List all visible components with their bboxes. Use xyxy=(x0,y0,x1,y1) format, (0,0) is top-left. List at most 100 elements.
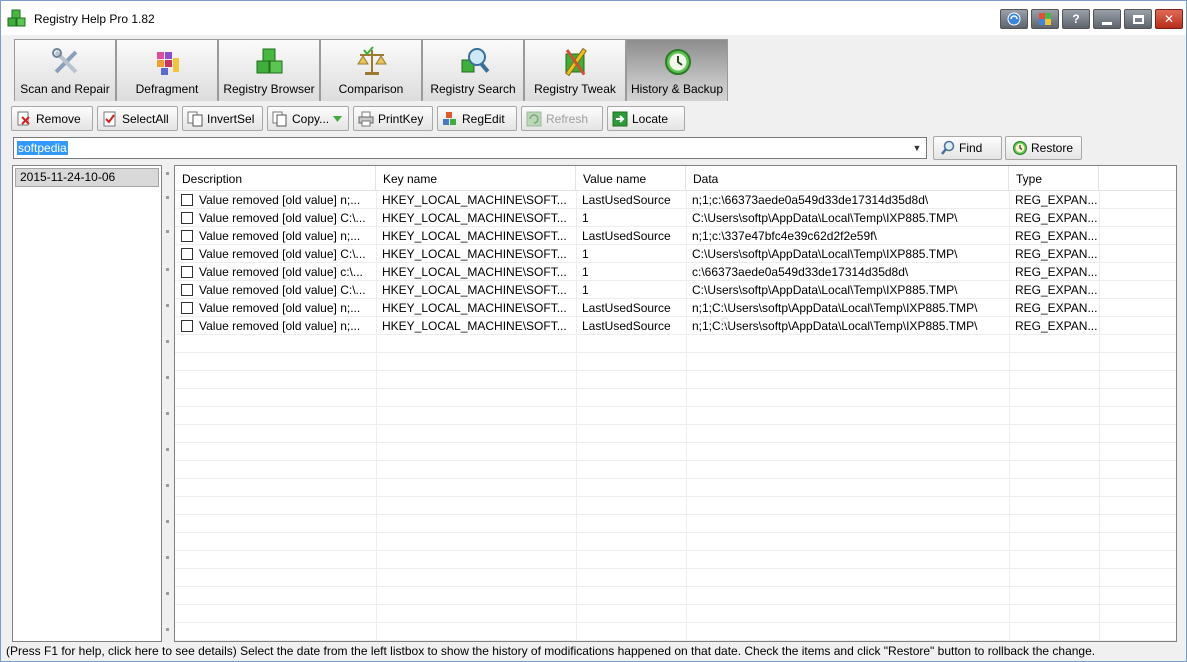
table-row[interactable]: Value removed [old value] c:\... HKEY_LOC… xyxy=(175,263,1176,281)
table-cell-key: HKEY_LOCAL_MACHINE\SOFT... xyxy=(382,283,567,297)
table-cell-description: Value removed [old value] n;... xyxy=(199,319,361,333)
tab-defragment[interactable]: Defragment xyxy=(116,39,218,101)
magnifier-cube-icon xyxy=(461,48,490,73)
grip-dot xyxy=(166,196,169,199)
row-checkbox[interactable] xyxy=(181,248,193,260)
title-bar: Registry Help Pro 1.82 ? ✕ xyxy=(1,1,1186,35)
select-all-button[interactable]: SelectAll xyxy=(97,106,178,131)
tab-history-backup[interactable]: History & Backup xyxy=(626,39,728,101)
table-row[interactable]: Value removed [old value] n;... HKEY_LOCA… xyxy=(175,191,1176,209)
reg-edit-label: RegEdit xyxy=(462,111,505,126)
refresh-globe-icon xyxy=(1007,12,1021,26)
remove-button[interactable]: Remove xyxy=(11,106,93,131)
help-button[interactable]: ? xyxy=(1062,9,1090,29)
app-window: Registry Help Pro 1.82 ? ✕ Scan and Repa… xyxy=(0,0,1187,662)
column-header-key-name[interactable]: Key name xyxy=(376,166,576,191)
print-key-label: PrintKey xyxy=(378,111,424,126)
table-cell-description: Value removed [old value] c:\... xyxy=(199,265,363,279)
table-cell-data: n;1;c:\66373aede0a549d33de17314d35d8d\ xyxy=(692,193,929,207)
table-row[interactable]: Value removed [old value] C:\... HKEY_LOC… xyxy=(175,245,1176,263)
history-table[interactable]: Description Key name Value name Data Typ… xyxy=(174,165,1177,642)
tab-comparison[interactable]: Comparison xyxy=(320,39,422,101)
locate-arrow-icon xyxy=(612,111,628,126)
defrag-blocks-icon xyxy=(157,52,179,75)
chevron-down-icon[interactable]: ▼ xyxy=(912,143,922,153)
tab-registry-tweak[interactable]: Registry Tweak xyxy=(524,39,626,101)
table-cell-type: REG_EXPAN... xyxy=(1015,229,1097,243)
table-row[interactable]: Value removed [old value] n;... HKEY_LOCA… xyxy=(175,299,1176,317)
wrench-cube-icon xyxy=(565,47,587,77)
history-date-list[interactable]: 2015-11-24-10-06 xyxy=(12,165,162,642)
table-row[interactable]: Value removed [old value] n;... HKEY_LOCA… xyxy=(175,227,1176,245)
column-header-type[interactable]: Type xyxy=(1009,166,1099,191)
palette-icon xyxy=(1039,13,1051,25)
table-cell-data: n;1;C:\Users\softp\AppData\Local\Temp\IX… xyxy=(692,319,978,333)
watermark: S xyxy=(720,314,731,330)
update-button[interactable] xyxy=(1000,9,1028,29)
table-row[interactable]: Value removed [old value] C:\... HKEY_LOC… xyxy=(175,281,1176,299)
table-cell-type: REG_EXPAN... xyxy=(1015,301,1097,315)
status-bar[interactable]: (Press F1 for help, click here to see de… xyxy=(1,643,1186,661)
grip-dot xyxy=(166,484,169,487)
minimize-button[interactable] xyxy=(1093,9,1121,29)
minimize-icon xyxy=(1102,21,1112,25)
grid-row-line xyxy=(175,496,1176,497)
table-row[interactable]: Value removed [old value] C:\... HKEY_LOC… xyxy=(175,209,1176,227)
tab-label: Registry Browser xyxy=(223,82,315,96)
table-cell-value-name: 1 xyxy=(582,283,589,297)
row-checkbox[interactable] xyxy=(181,212,193,224)
row-checkbox[interactable] xyxy=(181,230,193,242)
close-button[interactable]: ✕ xyxy=(1155,9,1183,29)
reg-edit-button[interactable]: RegEdit xyxy=(437,106,517,131)
grip-dot xyxy=(166,628,169,631)
find-button[interactable]: Find xyxy=(933,136,1002,160)
refresh-button[interactable]: Refresh xyxy=(521,106,603,131)
tab-scan-and-repair[interactable]: Scan and Repair xyxy=(14,39,116,101)
table-cell-data: n;1;C:\Users\softp\AppData\Local\Temp\IX… xyxy=(692,301,978,315)
table-row[interactable]: Value removed [old value] n;... HKEY_LOCA… xyxy=(175,317,1176,335)
row-checkbox[interactable] xyxy=(181,320,193,332)
question-icon: ? xyxy=(1072,12,1080,26)
column-header-data[interactable]: Data xyxy=(686,166,1009,191)
table-cell-type: REG_EXPAN... xyxy=(1015,283,1097,297)
row-checkbox[interactable] xyxy=(181,284,193,296)
restore-button[interactable]: Restore xyxy=(1005,136,1082,160)
table-cell-key: HKEY_LOCAL_MACHINE\SOFT... xyxy=(382,319,567,333)
copy-button[interactable]: Copy... xyxy=(267,106,349,131)
row-checkbox[interactable] xyxy=(181,266,193,278)
table-cell-type: REG_EXPAN... xyxy=(1015,193,1097,207)
chevron-down-icon xyxy=(333,115,343,122)
grip-dot xyxy=(166,268,169,271)
invert-sel-button[interactable]: InvertSel xyxy=(182,106,263,131)
skin-button[interactable] xyxy=(1031,9,1059,29)
print-key-button[interactable]: PrintKey xyxy=(353,106,433,131)
grid-row-line xyxy=(175,568,1176,569)
grid-row-line xyxy=(175,586,1176,587)
row-checkbox[interactable] xyxy=(181,302,193,314)
column-header-value-name[interactable]: Value name xyxy=(576,166,686,191)
tab-registry-search[interactable]: Registry Search xyxy=(422,39,524,101)
table-cell-type: REG_EXPAN... xyxy=(1015,211,1097,225)
tab-registry-browser[interactable]: Registry Browser xyxy=(218,39,320,101)
column-header-description[interactable]: Description xyxy=(175,166,376,191)
grip-dot xyxy=(166,340,169,343)
tab-label: History & Backup xyxy=(630,82,724,96)
search-combobox[interactable]: softpedia ▼ xyxy=(13,137,927,159)
search-input-value[interactable]: softpedia xyxy=(17,141,68,155)
maximize-button[interactable] xyxy=(1124,9,1152,29)
grid-row-line xyxy=(175,550,1176,551)
splitter-handle[interactable] xyxy=(164,165,172,642)
table-cell-value-name: 1 xyxy=(582,211,589,225)
table-cell-description: Value removed [old value] n;... xyxy=(199,193,361,207)
clock-icon xyxy=(665,49,691,75)
table-cell-value-name: 1 xyxy=(582,247,589,261)
tools-icon xyxy=(52,48,78,74)
grip-dot xyxy=(166,448,169,451)
locate-button[interactable]: Locate xyxy=(607,106,685,131)
row-checkbox[interactable] xyxy=(181,194,193,206)
table-cell-key: HKEY_LOCAL_MACHINE\SOFT... xyxy=(382,247,567,261)
table-cell-key: HKEY_LOCAL_MACHINE\SOFT... xyxy=(382,301,567,315)
window-title: Registry Help Pro 1.82 xyxy=(34,12,155,26)
table-cell-description: Value removed [old value] C:\... xyxy=(199,283,366,297)
list-item[interactable]: 2015-11-24-10-06 xyxy=(15,168,159,187)
